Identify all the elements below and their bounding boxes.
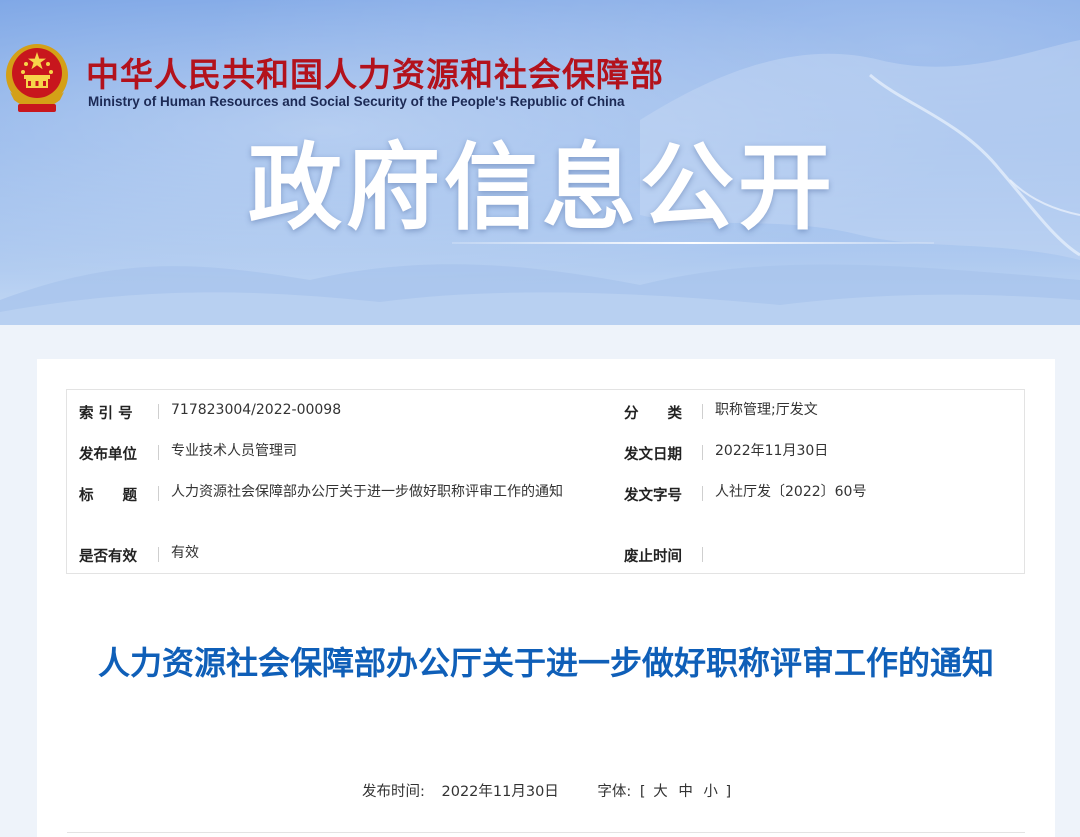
issue-date-label: 发文日期: [624, 447, 682, 463]
meta-separator: [158, 547, 159, 562]
category-label: 分 类: [624, 406, 682, 422]
title-value: 人力资源社会保障部办公厅关于进一步做好职称评审工作的通知: [171, 484, 563, 500]
validity-label: 是否有效: [79, 549, 137, 565]
publish-time-label: 发布时间:: [362, 784, 425, 800]
doc-number-label: 发文字号: [624, 488, 682, 504]
issuer-value: 专业技术人员管理司: [171, 443, 297, 459]
meta-separator: [158, 404, 159, 419]
content-panel: 索 引 号 717823004/2022-00098 分 类 职称管理;厅发文 …: [37, 359, 1055, 837]
issuer-label: 发布单位: [79, 447, 137, 463]
publish-info-bar: 发布时间: 2022年11月30日 字体: [ 大 中 小 ]: [362, 780, 731, 801]
meta-separator: [158, 445, 159, 460]
font-size-small-button[interactable]: 小: [703, 780, 718, 801]
index-number-value: 717823004/2022-00098: [171, 402, 342, 418]
category-value: 职称管理;厅发文: [715, 402, 818, 418]
bracket-close: ]: [725, 784, 732, 800]
meta-separator: [702, 445, 703, 460]
meta-separator: [702, 547, 703, 562]
doc-number-value: 人社厅发〔2022〕60号: [715, 484, 867, 500]
site-title-cn: 中华人民共和国人力资源和社会保障部: [86, 55, 664, 94]
meta-separator: [158, 486, 159, 501]
section-title: 政府信息公开: [248, 134, 837, 243]
font-size-label: 字体:: [597, 784, 632, 800]
header-banner: 中华人民共和国人力资源和社会保障部 Ministry of Human Reso…: [0, 0, 1080, 325]
repeal-date-label: 废止时间: [624, 549, 682, 565]
national-emblem-icon: [6, 44, 68, 112]
issue-date-value: 2022年11月30日: [715, 443, 829, 459]
section-title-underline: [452, 242, 934, 244]
font-size-medium-button[interactable]: 中: [678, 780, 693, 801]
publish-time-value: 2022年11月30日: [441, 784, 559, 800]
validity-value: 有效: [171, 545, 199, 561]
meta-separator: [702, 404, 703, 419]
site-title-en: Ministry of Human Resources and Social S…: [88, 94, 625, 109]
meta-separator: [702, 486, 703, 501]
article-title: 人力资源社会保障部办公厅关于进一步做好职称评审工作的通知: [97, 644, 994, 682]
document-meta-table: 索 引 号 717823004/2022-00098 分 类 职称管理;厅发文 …: [66, 389, 1025, 574]
content-divider: [67, 832, 1025, 833]
bracket-open: [: [639, 784, 646, 800]
index-number-label: 索 引 号: [79, 406, 133, 422]
font-size-large-button[interactable]: 大: [653, 780, 668, 801]
title-label: 标 题: [79, 488, 137, 504]
